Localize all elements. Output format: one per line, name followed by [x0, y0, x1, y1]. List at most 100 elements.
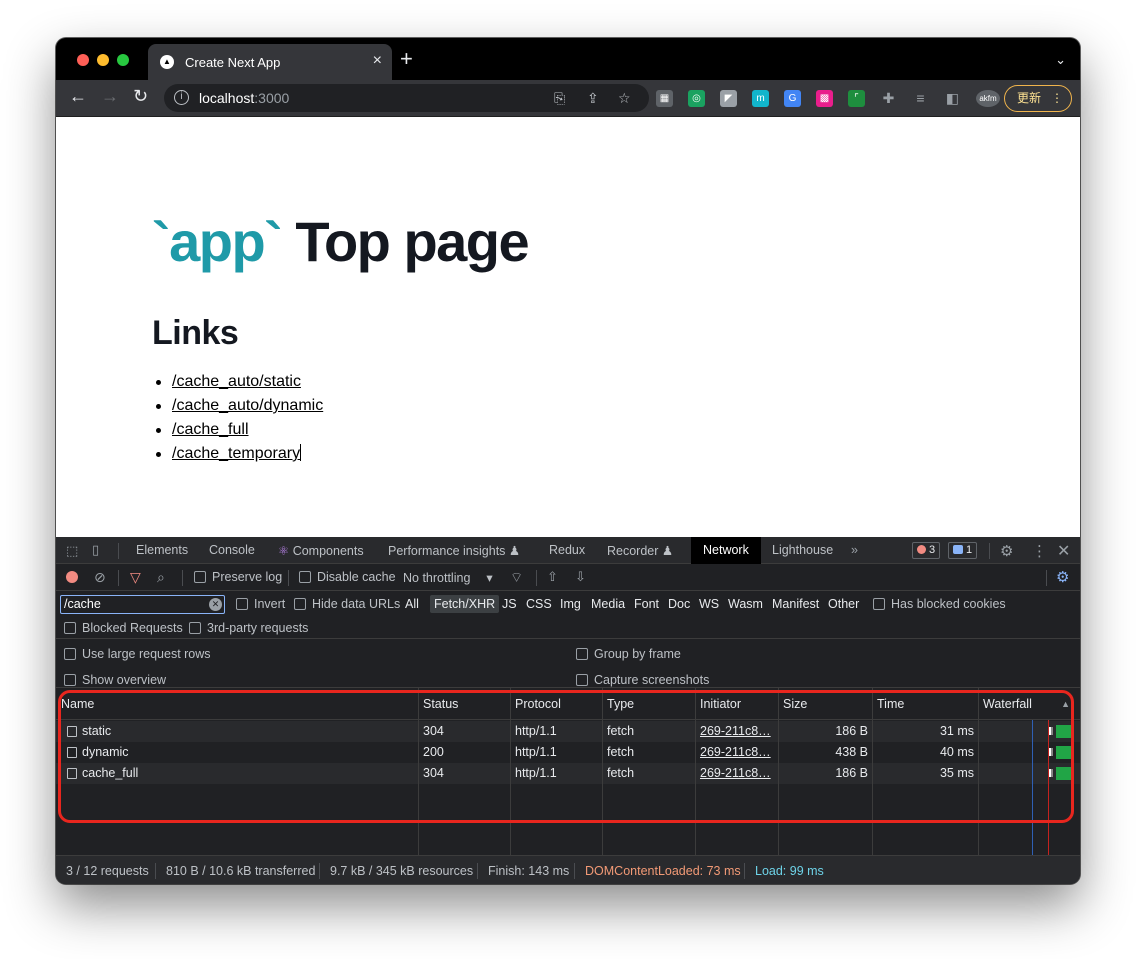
clear-icon[interactable]: ⊘ — [94, 569, 106, 586]
separator — [536, 570, 537, 586]
tab-console[interactable]: Console — [209, 543, 255, 557]
ext-pink-icon[interactable]: ▩ — [816, 90, 833, 107]
url-text[interactable]: localhost:3000 — [199, 90, 289, 106]
type-filter-js[interactable]: JS — [502, 597, 517, 611]
type-filter-doc[interactable]: Doc — [668, 597, 690, 611]
separator — [989, 543, 990, 559]
third-party-requests-checkbox[interactable]: 3rd-party requests — [189, 621, 308, 635]
show-overview-checkbox[interactable]: Show overview — [64, 673, 166, 687]
load-time: Load: 99 ms — [755, 864, 824, 878]
share-icon[interactable]: ⇪ — [587, 90, 599, 107]
tab-strip: ▲ Create Next App × + ⌄ — [56, 38, 1080, 80]
tab-close-icon[interactable]: × — [373, 52, 382, 70]
browser-tab[interactable]: ▲ Create Next App × — [148, 44, 392, 80]
ext-arrow-icon[interactable]: ◤ — [720, 90, 737, 107]
large-rows-checkbox[interactable]: Use large request rows — [64, 647, 211, 661]
invert-checkbox[interactable]: Invert — [236, 597, 285, 611]
dom-content-loaded-time: DOMContentLoaded: 73 ms — [585, 864, 741, 878]
type-filter-media[interactable]: Media — [591, 597, 625, 611]
devtools-menu-icon[interactable]: ⋮ — [1032, 542, 1047, 560]
sidepanel-icon[interactable]: ◧ — [944, 90, 961, 107]
capture-screenshots-checkbox[interactable]: Capture screenshots — [576, 673, 709, 687]
tab-redux[interactable]: Redux — [549, 543, 585, 557]
preserve-log-checkbox[interactable]: Preserve log — [194, 570, 282, 584]
reading-list-icon[interactable]: ≡ — [912, 90, 929, 107]
resources-size: 9.7 kB / 345 kB resources — [330, 864, 474, 878]
settings-gear-icon[interactable]: ⚙ — [1000, 542, 1013, 560]
type-filter-other[interactable]: Other — [828, 597, 859, 611]
translate-icon[interactable]: ⎘ — [554, 90, 565, 107]
devtools-tab-bar: ⬚ ▯ Elements Console ⚛ Components Perfor… — [56, 537, 1080, 564]
tab-components[interactable]: ⚛ Components — [278, 543, 364, 558]
type-filter-img[interactable]: Img — [560, 597, 581, 611]
record-icon[interactable] — [66, 571, 78, 583]
separator — [744, 863, 745, 879]
minimize-window-button[interactable] — [97, 54, 109, 66]
search-icon[interactable]: ⌕ — [157, 569, 165, 586]
has-blocked-cookies-checkbox[interactable]: Has blocked cookies — [873, 597, 1006, 611]
kebab-menu-icon[interactable]: ⋮ — [1051, 86, 1063, 110]
puzzle-icon[interactable]: ✚ — [880, 90, 897, 107]
message-count-badge[interactable]: 1 — [948, 542, 978, 559]
type-filter-all[interactable]: All — [405, 597, 419, 611]
type-filter-fetch-xhr[interactable]: Fetch/XHR — [430, 595, 500, 613]
update-button[interactable]: 更新 ⋮ — [1004, 85, 1072, 112]
link-cache-auto-dynamic[interactable]: /cache_auto/dynamic — [172, 397, 323, 414]
device-toolbar-icon[interactable]: ▯ — [92, 542, 99, 558]
address-bar[interactable]: i localhost:3000 ⎘ ⇪ ☆ — [164, 84, 649, 112]
back-icon[interactable]: ← — [69, 86, 87, 107]
qr-icon[interactable]: ▦ — [656, 90, 673, 107]
network-settings-pane: Use large request rows Show overview Gro… — [56, 639, 1080, 688]
link-cache-temporary[interactable]: /cache_temporary — [172, 445, 300, 462]
network-settings-icon[interactable]: ⚙ — [1056, 568, 1069, 586]
separator — [118, 543, 119, 559]
filter-input[interactable]: /cache ✕ — [60, 595, 225, 614]
tab-elements[interactable]: Elements — [136, 543, 188, 557]
link-cache-full[interactable]: /cache_full — [172, 421, 249, 438]
hide-data-urls-checkbox[interactable]: Hide data URLs — [294, 597, 400, 611]
link-cache-auto-static[interactable]: /cache_auto/static — [172, 373, 301, 390]
inspect-element-icon[interactable]: ⬚ — [66, 543, 78, 559]
reload-icon[interactable]: ↻ — [133, 86, 148, 107]
tab-performance-insights[interactable]: Performance insights ♟ — [388, 543, 520, 558]
blocked-requests-checkbox[interactable]: Blocked Requests — [64, 621, 183, 635]
type-filter-ws[interactable]: WS — [699, 597, 719, 611]
type-filter-css[interactable]: CSS — [526, 597, 552, 611]
clear-filter-icon[interactable]: ✕ — [209, 598, 222, 611]
more-tabs-icon[interactable]: » — [851, 543, 858, 557]
ext-g-icon[interactable]: G — [784, 90, 801, 107]
profile-avatar[interactable]: akfm — [976, 90, 1000, 107]
tab-search-icon[interactable]: ⌄ — [1055, 52, 1066, 68]
type-filter-font[interactable]: Font — [634, 597, 659, 611]
links-list: /cache_auto/static /cache_auto/dynamic /… — [152, 370, 323, 466]
close-window-button[interactable] — [77, 54, 89, 66]
screenshot-icon[interactable]: ⌜ — [848, 90, 865, 107]
tab-lighthouse[interactable]: Lighthouse — [772, 543, 833, 557]
forward-icon[interactable]: → — [101, 86, 119, 107]
close-devtools-icon[interactable]: ✕ — [1057, 541, 1070, 561]
separator — [118, 570, 119, 586]
tab-network[interactable]: Network — [691, 537, 761, 564]
type-filter-wasm[interactable]: Wasm — [728, 597, 763, 611]
group-by-frame-checkbox[interactable]: Group by frame — [576, 647, 681, 661]
bookmark-star-icon[interactable]: ☆ — [618, 90, 631, 107]
new-tab-button[interactable]: + — [400, 48, 413, 70]
filter-icon[interactable]: ▽ — [130, 569, 141, 586]
type-filter-manifest[interactable]: Manifest — [772, 597, 819, 611]
message-icon — [953, 545, 963, 554]
throttling-select[interactable]: No throttling ▾ — [403, 570, 493, 585]
network-conditions-icon[interactable]: ⌔ — [510, 569, 523, 587]
ext-m-icon[interactable]: m — [752, 90, 769, 107]
error-icon — [917, 545, 926, 554]
error-count-badge[interactable]: 3 — [912, 542, 941, 559]
tab-title: Create Next App — [185, 55, 281, 70]
export-har-icon[interactable]: ⇩ — [575, 569, 586, 585]
transferred-size: 810 B / 10.6 kB transferred — [166, 864, 316, 878]
import-har-icon[interactable]: ⇧ — [547, 569, 558, 585]
target-icon[interactable]: ◎ — [688, 90, 705, 107]
tab-recorder[interactable]: Recorder ♟ — [607, 543, 673, 558]
disable-cache-checkbox[interactable]: Disable cache — [299, 570, 396, 584]
site-info-icon[interactable]: i — [174, 90, 189, 105]
zoom-window-button[interactable] — [117, 54, 129, 66]
browser-window: ▲ Create Next App × + ⌄ ← → ↻ i localhos… — [56, 38, 1080, 884]
